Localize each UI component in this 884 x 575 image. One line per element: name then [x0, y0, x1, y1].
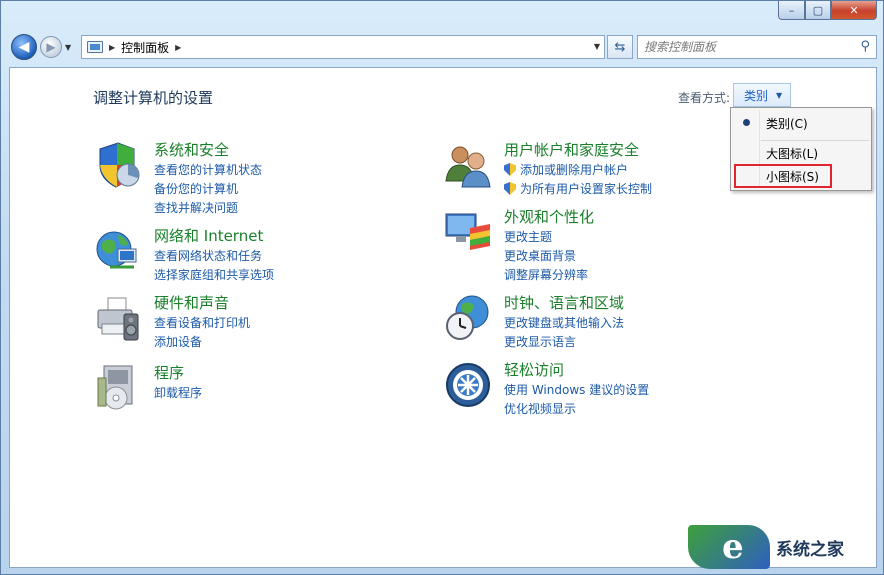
- breadcrumb-arrow-icon[interactable]: ▶: [175, 43, 181, 52]
- link-windows-suggested-settings[interactable]: 使用 Windows 建议的设置: [504, 381, 649, 400]
- category-title[interactable]: 程序: [154, 362, 184, 383]
- link-find-fix-problems[interactable]: 查找并解决问题: [154, 199, 262, 218]
- back-button[interactable]: ◀: [11, 34, 37, 60]
- ease-of-access-icon[interactable]: [444, 361, 492, 409]
- link-add-remove-accounts[interactable]: 添加或删除用户帐户: [504, 161, 652, 180]
- selected-radio-dot-icon: [743, 119, 750, 126]
- link-parental-controls[interactable]: 为所有用户设置家长控制: [504, 180, 652, 199]
- address-bar[interactable]: ▶ 控制面板 ▶ ▼: [81, 35, 605, 59]
- users-icon[interactable]: [444, 141, 492, 189]
- category-title[interactable]: 系统和安全: [154, 139, 229, 160]
- view-by-value: 类别: [744, 88, 769, 103]
- category-title[interactable]: 硬件和声音: [154, 292, 229, 313]
- category-title[interactable]: 轻松访问: [504, 359, 564, 380]
- close-button[interactable]: ✕: [831, 1, 877, 20]
- display-palette-icon[interactable]: [444, 208, 492, 256]
- chevron-down-icon: ▼: [776, 90, 783, 100]
- view-by-dropdown[interactable]: 类别 ▼: [733, 83, 791, 107]
- watermark-text: 系统之家: [776, 540, 844, 560]
- navigation-bar: ◀ ▶ ▼ ▶ 控制面板 ▶ ▼ ⇆ ⚲: [9, 31, 877, 61]
- category-title[interactable]: 网络和 Internet: [154, 225, 263, 246]
- forward-button[interactable]: ▶: [40, 36, 62, 58]
- link-backup-computer[interactable]: 备份您的计算机: [154, 180, 262, 199]
- uac-shield-icon: [504, 163, 516, 176]
- printer-icon[interactable]: [94, 294, 142, 342]
- link-devices-printers[interactable]: 查看设备和打印机: [154, 314, 250, 333]
- page-title: 调整计算机的设置: [93, 89, 214, 107]
- network-globe-icon[interactable]: [94, 227, 142, 275]
- link-uninstall-program[interactable]: 卸载程序: [154, 384, 202, 403]
- search-input[interactable]: [644, 40, 844, 54]
- watermark: 系统之家: [688, 521, 883, 573]
- refresh-button[interactable]: ⇆: [607, 35, 633, 59]
- control-panel-icon: [87, 41, 103, 53]
- link-view-network-status[interactable]: 查看网络状态和任务: [154, 247, 274, 266]
- breadcrumb-arrow-icon[interactable]: ▶: [109, 43, 115, 52]
- security-shield-icon[interactable]: [94, 141, 142, 189]
- search-icon[interactable]: ⚲: [860, 39, 870, 54]
- link-view-computer-status[interactable]: 查看您的计算机状态: [154, 161, 262, 180]
- clock-globe-icon[interactable]: [444, 294, 492, 342]
- programs-icon[interactable]: [94, 364, 142, 412]
- search-box[interactable]: ⚲: [637, 35, 877, 59]
- link-adjust-resolution[interactable]: 调整屏幕分辨率: [504, 266, 588, 285]
- window-frame: – ▢ ✕ ◀ ▶ ▼ ▶ 控制面板 ▶ ▼ ⇆ ⚲ 调整计算机的设置 查看方式…: [0, 0, 884, 575]
- breadcrumb-control-panel[interactable]: 控制面板: [121, 39, 169, 56]
- link-change-desktop-background[interactable]: 更改桌面背景: [504, 247, 588, 266]
- red-highlight-box: [734, 164, 832, 188]
- watermark-logo-icon: [688, 525, 770, 569]
- category-title[interactable]: 用户帐户和家庭安全: [504, 139, 639, 160]
- minimize-button[interactable]: –: [778, 1, 805, 20]
- category-title[interactable]: 时钟、语言和区域: [504, 292, 624, 313]
- link-change-theme[interactable]: 更改主题: [504, 228, 588, 247]
- maximize-button[interactable]: ▢: [805, 1, 831, 20]
- view-by-label: 查看方式:: [678, 91, 731, 105]
- link-optimize-visual-display[interactable]: 优化视频显示: [504, 400, 649, 419]
- menu-item-category[interactable]: 类别(C): [731, 111, 871, 135]
- uac-shield-icon: [504, 182, 516, 195]
- link-homegroup-sharing[interactable]: 选择家庭组和共享选项: [154, 266, 274, 285]
- menu-item-large-icons[interactable]: 大图标(L): [731, 141, 871, 165]
- window-controls: – ▢ ✕: [778, 1, 877, 21]
- recent-pages-chevron-icon[interactable]: ▼: [65, 43, 71, 52]
- address-dropdown-icon[interactable]: ▼: [594, 42, 600, 51]
- link-change-keyboard[interactable]: 更改键盘或其他输入法: [504, 314, 624, 333]
- link-change-display-language[interactable]: 更改显示语言: [504, 333, 624, 352]
- category-title[interactable]: 外观和个性化: [504, 206, 594, 227]
- link-add-device[interactable]: 添加设备: [154, 333, 250, 352]
